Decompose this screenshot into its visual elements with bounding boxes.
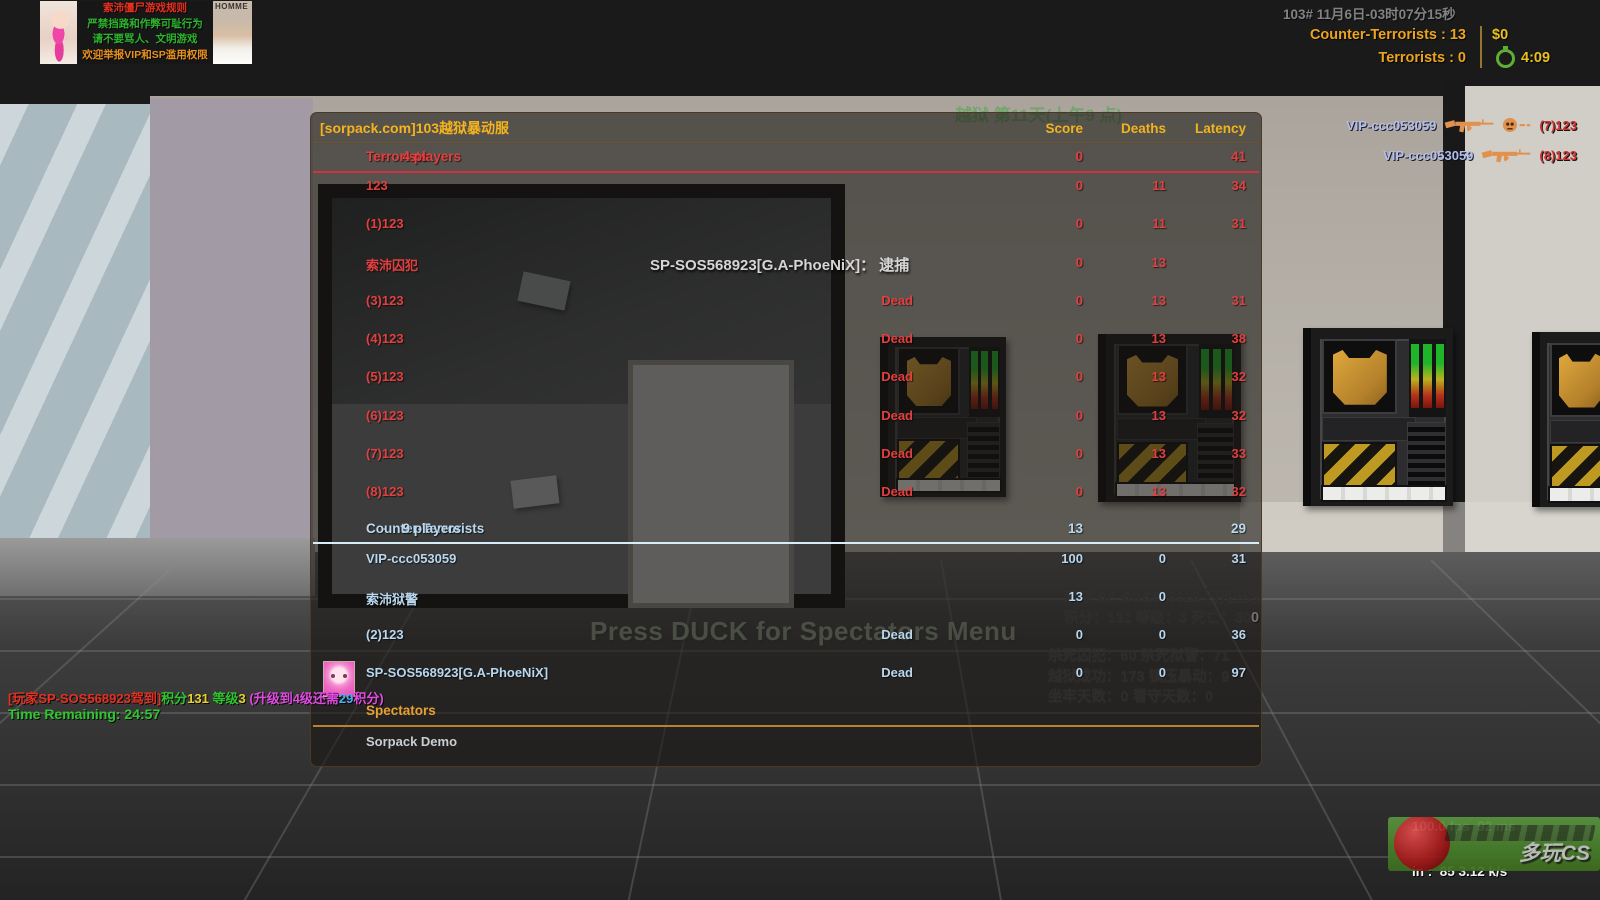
ct-round-score: Counter-Terrorists : 13 [1310, 27, 1466, 43]
ad-line: 严禁挡路和作弊可耻行为 [77, 17, 213, 33]
hud-divider [1480, 26, 1482, 68]
attacker-name: VIP-ccc053059 [1383, 148, 1473, 163]
stopwatch-icon [1496, 49, 1515, 68]
ad-photo-right: HOMME [213, 1, 252, 64]
game-screen: 越狱 第11天(上午9 点) Press DUCK for Spectators… [0, 0, 1600, 900]
time-remaining: Time Remaining: 24:57 [8, 706, 160, 722]
attacker-name: VIP-ccc053059 [1346, 118, 1436, 133]
headshot-icon [1502, 116, 1532, 134]
kill-feed-row: VIP-ccc053059 (7)123 [1346, 114, 1577, 136]
money-amount: $0 [1492, 27, 1508, 43]
round-timer: 4:09 [1521, 50, 1550, 66]
ad-line: 索沛僵尸游戏规则 [77, 1, 213, 17]
victim-name: (8)123 [1539, 148, 1577, 163]
ad-banner[interactable]: 索沛僵尸游戏规则 严禁挡路和作弊可耻行为 请不要骂人、文明游戏 欢迎举报VIP和… [40, 1, 252, 64]
ad-line: 欢迎举报VIP和SP滥用权限 [77, 48, 213, 64]
ad-rules-text: 索沛僵尸游戏规则 严禁挡路和作弊可耻行为 请不要骂人、文明游戏 欢迎举报VIP和… [77, 1, 213, 64]
ak47-icon [1443, 116, 1495, 134]
watermark-label: 多玩CS [1519, 837, 1590, 867]
recorder-watermark: 多玩CS [1388, 817, 1600, 871]
player-announce-line: [玩家SP-SOS568923驾到]积分131 等级3 (升级到4级还需29积分… [8, 688, 384, 707]
radio-chat-message: SP-SOS568923[G.A-PhoeNiX]： 逮捕 [650, 254, 909, 275]
ad-photo-left [40, 1, 77, 64]
ad-line: 请不要骂人、文明游戏 [77, 32, 213, 48]
magazine-title: HOMME [215, 2, 248, 11]
server-date-time: 103# 11月6日-03时07分15秒 [1283, 3, 1456, 23]
victim-name: (7)123 [1539, 118, 1577, 133]
t-round-score: Terrorists : 0 [1378, 50, 1466, 66]
kill-feed-row: VIP-ccc053059 (8)123 [1383, 144, 1577, 166]
ak47-icon [1480, 146, 1532, 164]
watermark-logo-icon [1394, 817, 1450, 871]
